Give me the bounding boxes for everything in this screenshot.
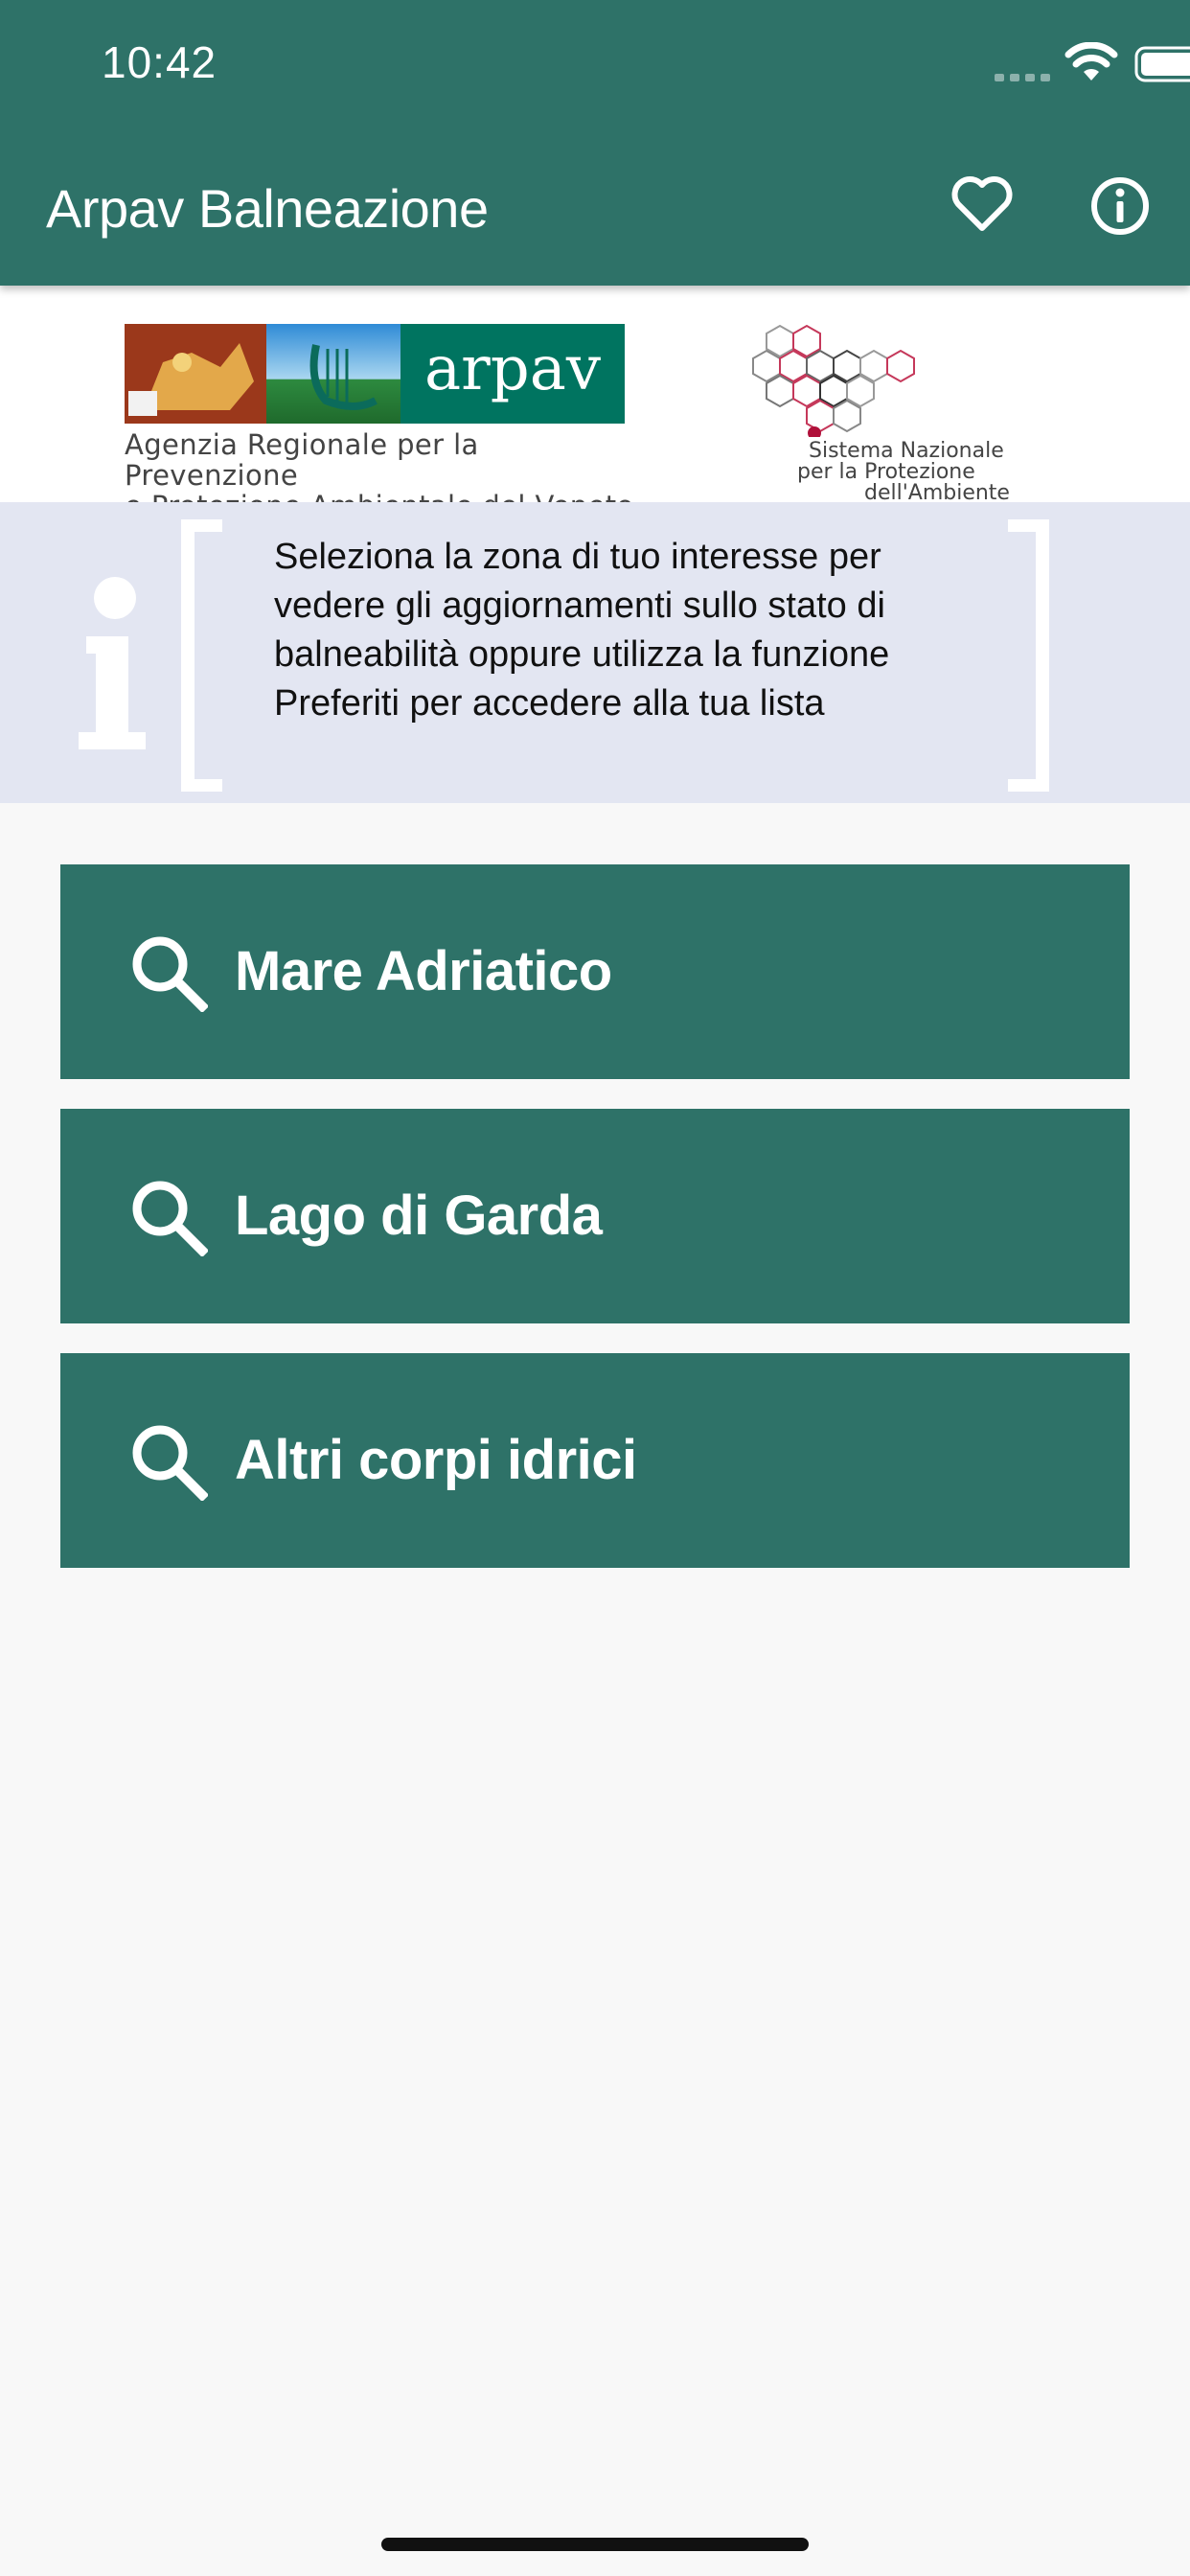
cellular-signal-icon [995,74,1050,81]
info-banner: Seleziona la zona di tuo interesse per v… [0,502,1190,803]
arpav-logo: arpav Agenzia Regionale per la Prevenzio… [125,324,633,521]
heart-outline-icon [951,176,1013,231]
zone-button-altri-corpi-idrici[interactable]: Altri corpi idrici [60,1353,1130,1568]
info-text: Seleziona la zona di tuo interesse per v… [274,537,890,724]
info-circle-icon [1091,177,1149,235]
snpa-line3: dell'Ambiente [864,481,1010,505]
bracket-right [1008,519,1049,792]
app-title: Arpav Balneazione [46,178,489,239]
bracket-left [181,519,222,792]
favorites-button[interactable] [949,171,1016,238]
battery-icon [1134,46,1190,82]
zone-label: Mare Adriatico [235,940,612,1002]
arpav-banner-image: arpav [125,324,625,424]
snpa-logo: Sistema Nazionale per la Protezione dell… [747,322,1064,504]
zone-label: Altri corpi idrici [235,1429,637,1491]
wifi-icon [1064,42,1118,80]
zone-button-mare-adriatico[interactable]: Mare Adriatico [60,864,1130,1079]
snpa-line1: Sistema Nazionale [809,439,1004,463]
info-button[interactable] [1087,172,1154,240]
home-indicator[interactable] [381,2538,809,2551]
zone-button-lago-di-garda[interactable]: Lago di Garda [60,1109,1130,1323]
search-icon [132,1181,208,1256]
snpa-hexagon-graphic [752,324,915,437]
snpa-line2: per la Protezione [797,460,975,484]
arpav-wordmark: arpav [424,334,601,404]
status-time: 10:42 [102,37,217,87]
zone-label: Lago di Garda [235,1184,603,1247]
snpa-caption: Sistema Nazionale per la Protezione dell… [797,441,1056,504]
logo-strip: arpav Agenzia Regionale per la Prevenzio… [0,286,1190,521]
arpav-caption-line1: Agenzia Regionale per la Prevenzione [125,428,479,492]
search-icon [132,1425,208,1501]
app-bar: 10:42 Arpav Balneazione [0,0,1190,286]
search-icon [132,936,208,1012]
info-glyph-icon [79,577,146,749]
